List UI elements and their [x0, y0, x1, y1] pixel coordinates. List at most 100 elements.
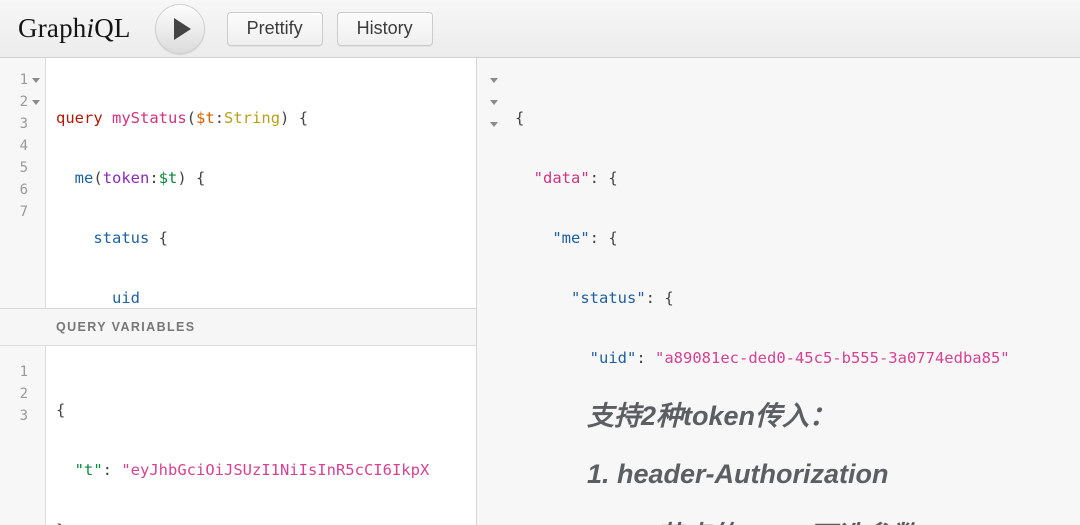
token-variable: $t — [196, 109, 215, 127]
token-variable-ref: $t — [158, 169, 178, 187]
code-line: uid — [56, 287, 476, 308]
graphiql-app: GraphiQL Prettify History 1 2 3 4 5 6 7 — [0, 0, 1080, 525]
fold-arrow-placeholder — [32, 166, 40, 171]
query-editor-gutter: 1 2 3 4 5 6 7 — [0, 58, 46, 308]
fold-arrow-placeholder — [32, 414, 40, 419]
token-field: uid — [112, 289, 140, 307]
gutter-line[interactable]: 5 — [0, 157, 45, 179]
fold-arrow-placeholder — [32, 144, 40, 149]
token-operation-name: myStatus — [112, 109, 187, 127]
gutter-line[interactable]: 2 — [0, 91, 45, 113]
history-button[interactable]: History — [336, 11, 433, 46]
gutter-line[interactable]: 1 — [0, 361, 45, 383]
token-punct: : { — [589, 169, 618, 187]
line-number: 7 — [19, 204, 28, 220]
line-number: 5 — [19, 160, 28, 176]
token-punct: ( — [93, 169, 103, 187]
graphiql-logo: GraphiQL — [18, 13, 131, 44]
fold-arrow-placeholder — [32, 188, 40, 193]
query-variables-editor[interactable]: 1 2 3 { "t": "eyJhbGciOiJSUzI1NiIsInR5cC… — [0, 346, 476, 525]
token-jwt-value: "eyJhbGciOiJSUzI1NiIsInR5cCI6IkpX — [121, 461, 430, 479]
line-number: 2 — [19, 386, 28, 402]
fold-arrow-placeholder — [32, 370, 40, 375]
code-line: "me": { — [515, 227, 1080, 249]
gutter-line[interactable]: 3 — [0, 113, 45, 135]
gutter-line[interactable] — [477, 69, 507, 91]
gutter-line[interactable]: 1 — [0, 69, 45, 91]
line-number: 6 — [19, 182, 28, 198]
gutter-line[interactable] — [477, 113, 507, 135]
token-json-key: "t" — [74, 461, 103, 479]
code-line: } — [56, 519, 476, 525]
token-punct: : — [102, 461, 122, 479]
left-pane: 1 2 3 4 5 6 7 query myStatus($t:String) … — [0, 58, 477, 525]
logo-part-graph: Graph — [18, 13, 87, 43]
token-punct: { — [149, 229, 168, 247]
token-punct: ( — [186, 109, 197, 127]
logo-part-ql: QL — [94, 13, 131, 43]
query-variables-header[interactable]: QUERY VARIABLES — [0, 308, 476, 346]
fold-arrow-icon[interactable] — [32, 99, 40, 105]
code-line: "status": { — [515, 287, 1080, 309]
gutter-line[interactable]: 3 — [0, 405, 45, 427]
line-number: 3 — [19, 116, 28, 132]
line-number: 4 — [19, 138, 28, 154]
fold-arrow-placeholder — [32, 210, 40, 215]
gutter-line[interactable]: 6 — [0, 179, 45, 201]
code-line: "t": "eyJhbGciOiJSUzI1NiIsInR5cCI6IkpX — [56, 459, 476, 481]
token-punct: : — [636, 349, 655, 367]
annotation-line-1: 支持2种token传入： — [587, 401, 837, 431]
play-triangle-icon — [173, 17, 191, 40]
annotation-overlay: 支持2种token传入： 1. header-Authorization 2. … — [477, 368, 1080, 525]
token-field: status — [93, 229, 150, 247]
query-editor[interactable]: 1 2 3 4 5 6 7 query myStatus($t:String) … — [0, 58, 476, 308]
fold-arrow-icon[interactable] — [32, 77, 40, 83]
code-line: "uid": "a89081ec-ded0-45c5-b555-3a0774ed… — [515, 347, 1080, 369]
token-field: me — [74, 169, 94, 187]
token-punct: : — [149, 169, 159, 187]
gutter-line[interactable]: 4 — [0, 135, 45, 157]
fold-arrow-icon[interactable] — [490, 99, 498, 105]
code-line: { — [56, 401, 66, 419]
token-argument: token — [102, 169, 150, 187]
variables-code[interactable]: { "t": "eyJhbGciOiJSUzI1NiIsInR5cCI6IkpX… — [46, 346, 476, 525]
line-number: 1 — [19, 364, 28, 380]
toolbar: GraphiQL Prettify History — [0, 0, 1080, 58]
annotation-line-3: 2. me节点的token可选参数 — [587, 514, 1052, 525]
fold-arrow-icon[interactable] — [490, 77, 498, 83]
gutter-line[interactable]: 7 — [0, 201, 45, 223]
token-json-key-uid: "uid" — [589, 349, 637, 367]
token-json-key-data: "data" — [533, 169, 590, 187]
gutter-line[interactable]: 2 — [0, 383, 45, 405]
fold-arrow-placeholder — [32, 122, 40, 127]
token-punct: : { — [589, 229, 618, 247]
token-type: String — [224, 109, 281, 127]
token-punct: ) { — [280, 109, 309, 127]
line-number: 3 — [19, 408, 28, 424]
token-punct: : — [214, 109, 225, 127]
code-line: me(token:$t) { — [56, 167, 476, 189]
line-number: 2 — [19, 94, 28, 110]
code-line: query myStatus($t:String) { — [56, 107, 476, 129]
query-editor-code[interactable]: query myStatus($t:String) { me(token:$t)… — [46, 58, 476, 308]
token-json-key-me: "me" — [552, 229, 590, 247]
annotation-line-2: 1. header-Authorization — [587, 459, 889, 489]
line-number: 1 — [19, 72, 28, 88]
result-pane: { "data": { "me": { "status": { "uid": "… — [477, 58, 1080, 525]
query-variables-title: QUERY VARIABLES — [56, 320, 196, 334]
prettify-button[interactable]: Prettify — [226, 11, 323, 46]
code-line: "data": { — [515, 167, 1080, 189]
fold-arrow-icon[interactable] — [490, 121, 498, 127]
execute-query-button[interactable] — [154, 3, 205, 54]
main-split: 1 2 3 4 5 6 7 query myStatus($t:String) … — [0, 58, 1080, 525]
token-uid-value: "a89081ec-ded0-45c5-b555-3a0774edba85" — [655, 349, 1010, 367]
gutter-line[interactable] — [477, 91, 507, 113]
token-punct: : { — [645, 289, 674, 307]
